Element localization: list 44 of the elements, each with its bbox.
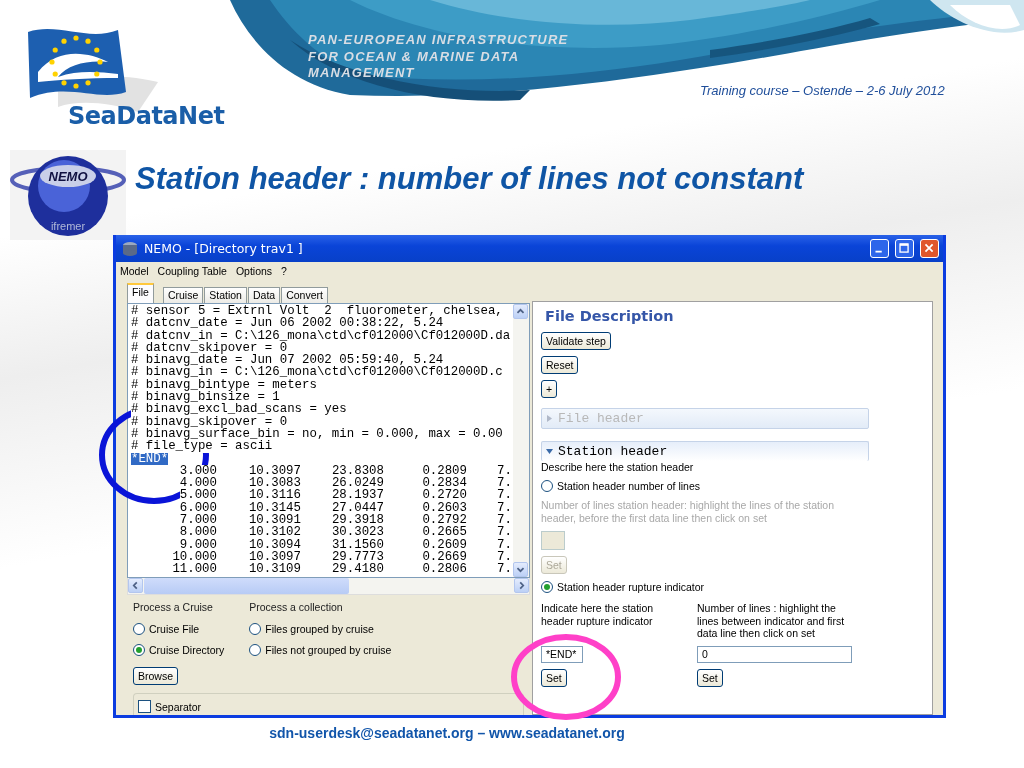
description-text: Describe here the station header	[541, 461, 694, 473]
reset-button[interactable]: Reset	[541, 356, 579, 374]
tab[interactable]: Station	[204, 287, 247, 303]
tab[interactable]: Convert	[281, 287, 328, 303]
section-header[interactable]: Station header	[541, 441, 869, 461]
radio-label: Station header number of lines	[557, 480, 700, 492]
menu-item[interactable]: Model	[120, 265, 149, 277]
slide-title: Station header : number of lines not constant	[135, 161, 804, 197]
radio-label: Station header rupture indicator	[557, 581, 705, 593]
browse-button[interactable]: Browse	[133, 667, 178, 685]
menu-item[interactable]: ?	[281, 265, 287, 277]
line-count-field[interactable]: 0	[697, 646, 852, 663]
tagline-text: PAN-EUROPEAN INFRASTRUCTURE	[308, 32, 569, 49]
radio-label: Files not grouped by cruise	[265, 644, 392, 656]
hint-text: Number of lines : highlight the lines between indicator and first data line then click on set	[697, 602, 846, 640]
group-label: Process a Cruise	[133, 601, 214, 615]
window-title: NEMO - [Directory trav1 ]	[144, 241, 304, 256]
radio-label: Cruise Directory	[149, 644, 225, 656]
event-text: Training course – Ostende – 2-6 July 2012	[700, 83, 945, 98]
hint-text: Number of lines station header: highlight the lines of the station header, before the first data line then click on set	[541, 499, 835, 525]
menu-item[interactable]: Options	[235, 265, 273, 277]
set-button[interactable]: Set	[697, 669, 723, 687]
nemo-logo: NEMO ifremer	[10, 150, 126, 240]
group-label: Process a collection	[249, 601, 344, 615]
tagline-text: MANAGEMENT	[308, 65, 416, 82]
hint-text: Indicate here the station header rupture indicator	[541, 602, 655, 629]
tagline-text: FOR OCEAN & MARINE DATA	[308, 48, 521, 65]
panel-title: File Description	[545, 308, 674, 324]
indicator-field[interactable]: *END*	[541, 646, 583, 663]
set-button[interactable]: Set	[541, 669, 567, 687]
radio-label: Cruise File	[149, 623, 200, 635]
data-value: 5.000	[179, 489, 217, 502]
tab[interactable]: Data	[247, 287, 281, 303]
add-button[interactable]: +	[541, 380, 558, 398]
radio-label: Files grouped by cruise	[265, 623, 374, 635]
tab[interactable]: Cruise	[162, 287, 204, 303]
checkbox-label: Separator	[155, 700, 202, 713]
tab[interactable]: File	[127, 283, 154, 303]
validate-button[interactable]: Validate step	[541, 332, 611, 350]
data-value: 4.000	[179, 477, 217, 490]
footer-text: sdn-userdesk@seadatanet.org – www.seadatanet.org	[269, 725, 625, 741]
menu-item[interactable]: Coupling Table	[157, 265, 227, 277]
logo-text: SeaDataNet	[68, 102, 225, 130]
data-value: 3.000	[179, 464, 217, 478]
